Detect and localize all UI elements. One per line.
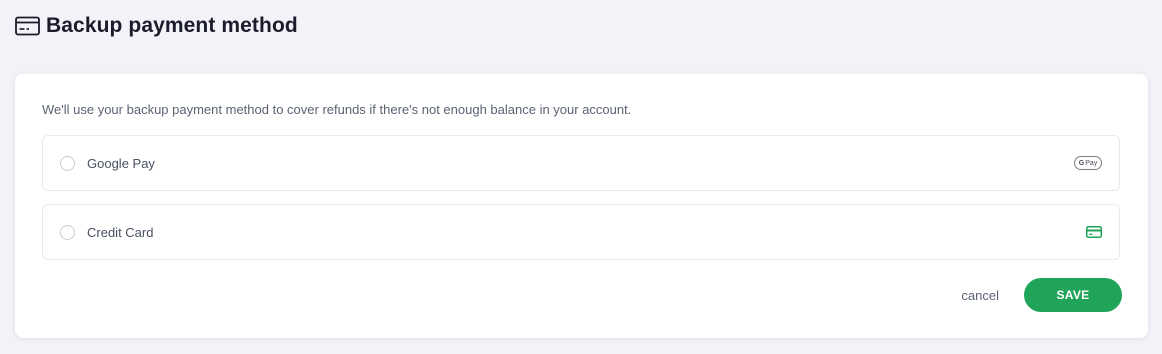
payment-option-google-pay[interactable]: Google Pay G Pay [42,135,1120,191]
form-actions: cancel SAVE [961,278,1122,312]
page-header: Backup payment method [15,12,298,40]
google-pay-label: Google Pay [87,155,155,171]
payment-option-credit-card[interactable]: Credit Card [42,204,1120,260]
save-button[interactable]: SAVE [1024,278,1122,312]
credit-card-icon-wrapper [1086,226,1102,238]
page-title: Backup payment method [46,14,298,37]
credit-card-radio[interactable] [60,224,75,240]
google-pay-icon: G Pay [1074,156,1102,170]
credit-card-icon [1086,226,1102,238]
cancel-button[interactable]: cancel [961,288,999,303]
credit-card-label: Credit Card [87,224,154,240]
credit-card-icon [15,16,40,36]
backup-payment-card: We'll use your backup payment method to … [15,74,1148,338]
description-text: We'll use your backup payment method to … [42,102,632,117]
google-pay-icon-wrapper: G Pay [1074,156,1102,170]
google-pay-radio[interactable] [60,155,75,171]
